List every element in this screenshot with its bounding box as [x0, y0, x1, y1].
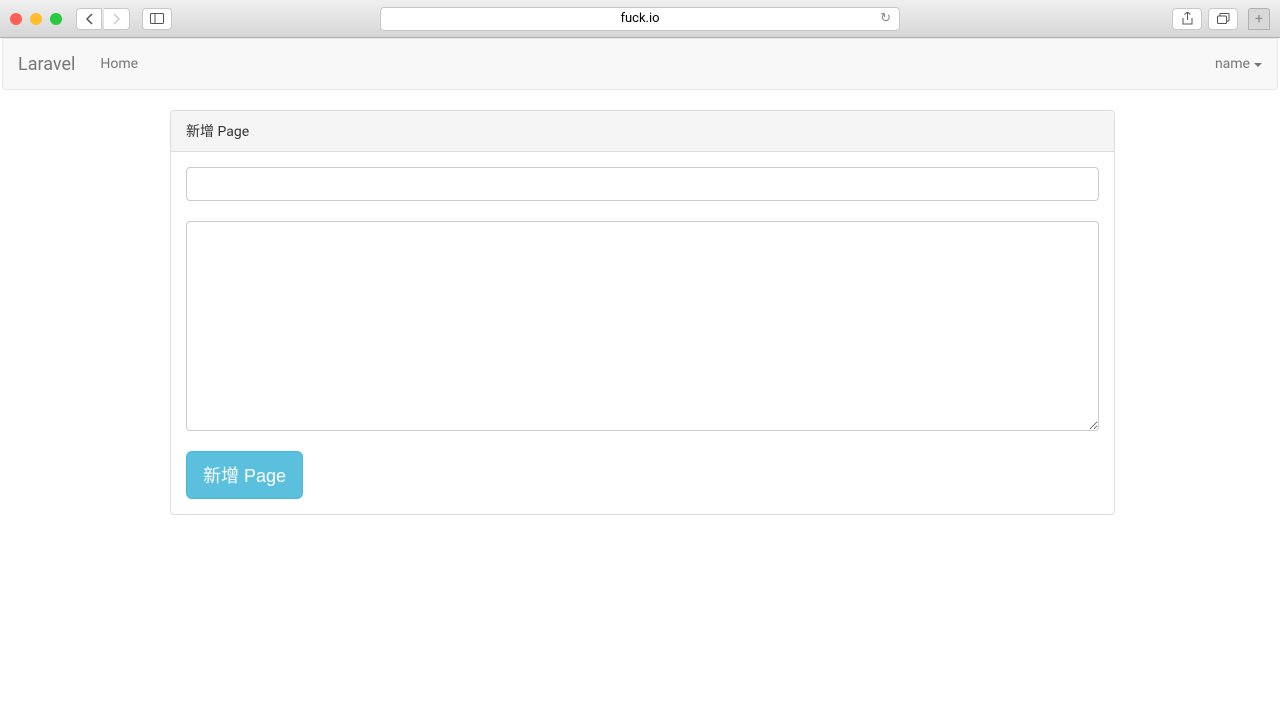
- address-bar[interactable]: fuck.io ↻: [380, 7, 900, 31]
- panel-heading: 新增 Page: [171, 111, 1114, 152]
- create-page-panel: 新增 Page 新增 Page: [170, 110, 1115, 515]
- sidebar-icon: [150, 13, 164, 24]
- close-window-button[interactable]: [10, 13, 22, 25]
- chevron-left-icon: [85, 13, 94, 25]
- navigation-buttons: [76, 8, 130, 30]
- home-link[interactable]: Home: [100, 56, 138, 72]
- user-dropdown[interactable]: name: [1215, 56, 1262, 72]
- forward-button[interactable]: [104, 8, 130, 30]
- plus-icon: +: [1255, 11, 1263, 27]
- window-controls: [10, 13, 62, 25]
- submit-button[interactable]: 新增 Page: [186, 451, 303, 499]
- reload-button[interactable]: ↻: [880, 11, 891, 26]
- browser-toolbar: fuck.io ↻ +: [0, 0, 1280, 38]
- page-content-textarea[interactable]: [186, 221, 1099, 431]
- tabs-icon: [1217, 13, 1230, 24]
- minimize-window-button[interactable]: [30, 13, 42, 25]
- panel-body: 新增 Page: [171, 152, 1114, 514]
- share-button[interactable]: [1172, 8, 1202, 30]
- maximize-window-button[interactable]: [50, 13, 62, 25]
- app-navbar: Laravel Home name: [2, 38, 1278, 90]
- browser-tools: +: [1172, 8, 1270, 30]
- caret-down-icon: [1254, 63, 1262, 67]
- new-tab-button[interactable]: +: [1248, 8, 1270, 30]
- sidebar-toggle-button[interactable]: [142, 8, 172, 30]
- chevron-right-icon: [112, 13, 121, 25]
- main-container: 新增 Page 新增 Page: [170, 110, 1115, 515]
- url-text: fuck.io: [620, 11, 659, 26]
- brand-link[interactable]: Laravel: [18, 54, 75, 75]
- back-button[interactable]: [76, 8, 102, 30]
- share-icon: [1182, 12, 1193, 25]
- page-title-input[interactable]: [186, 167, 1099, 201]
- tabs-button[interactable]: [1208, 8, 1238, 30]
- user-name-label: name: [1215, 56, 1250, 72]
